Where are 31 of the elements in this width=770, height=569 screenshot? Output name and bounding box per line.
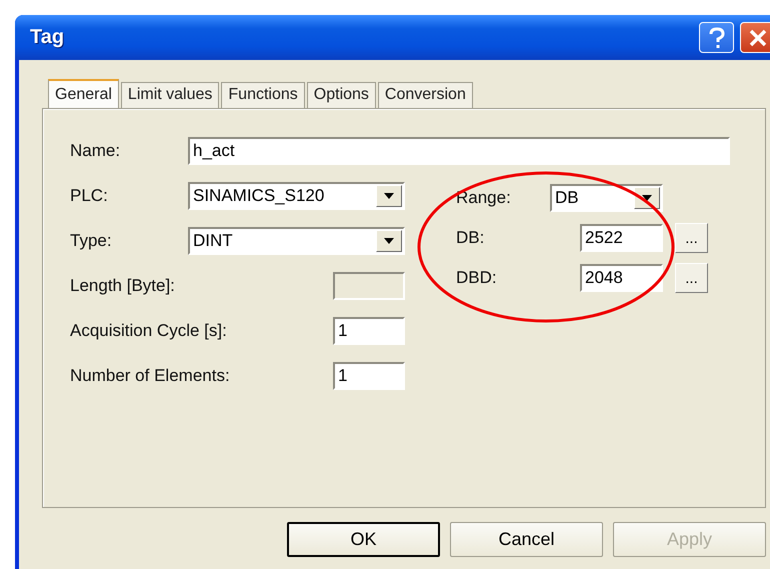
field-label: Number of Elements: — [70, 366, 230, 386]
browse-button[interactable]: ... — [675, 263, 708, 293]
field-label: DBD: — [456, 268, 498, 288]
dropdown[interactable]: SINAMICS_S120 — [188, 182, 405, 210]
close-button[interactable] — [740, 22, 770, 53]
field-label: Acquisition Cycle [s]: — [70, 321, 227, 341]
field-label: Length [Byte]: — [70, 276, 175, 296]
dialog-button[interactable]: OK — [287, 522, 440, 557]
window-title: Tag — [30, 26, 64, 49]
input-field[interactable]: 2522 — [580, 224, 663, 252]
field-label: Range: — [456, 188, 512, 208]
help-icon — [706, 26, 726, 48]
dialog-button[interactable]: Cancel — [450, 522, 603, 557]
name-label: Name: — [70, 141, 122, 161]
name-input[interactable]: h_act — [188, 137, 730, 165]
browse-button[interactable]: ... — [675, 223, 708, 253]
close-icon — [748, 28, 768, 48]
field-label: Type: — [70, 231, 112, 251]
tab[interactable]: Functions — [221, 82, 305, 108]
field-label: DB: — [456, 228, 486, 248]
input-field[interactable]: 2048 — [580, 264, 663, 292]
tab[interactable]: Options — [306, 82, 376, 108]
dropdown[interactable]: DB — [550, 184, 663, 212]
input-field[interactable]: 1 — [333, 362, 405, 390]
tab[interactable]: Conversion — [378, 82, 473, 108]
help-button[interactable] — [699, 22, 734, 53]
dropdown[interactable]: DINT — [188, 227, 405, 255]
tab[interactable]: Limit values — [120, 82, 220, 108]
tab[interactable]: General — [48, 79, 119, 109]
input-field[interactable]: 1 — [333, 317, 405, 345]
field-label: PLC: — [70, 186, 108, 206]
